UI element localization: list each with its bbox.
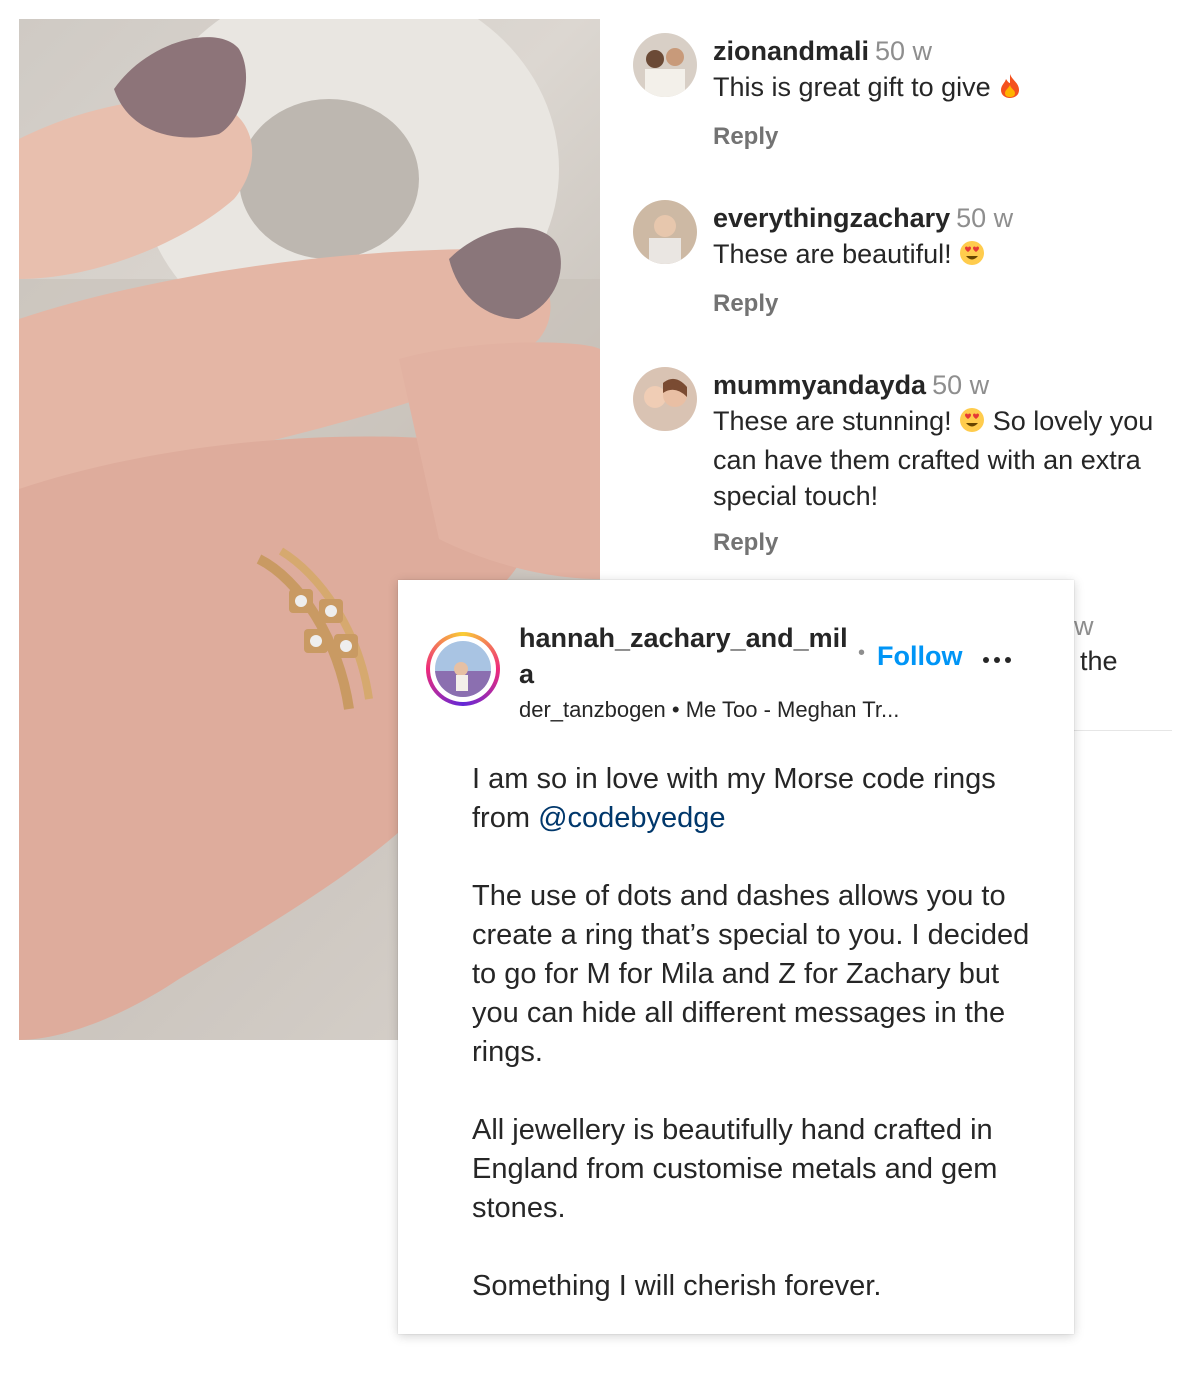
heart-eyes-icon [959, 406, 985, 442]
more-options-icon[interactable] [983, 650, 1019, 663]
fire-icon [998, 72, 1022, 108]
hidden-comment-text: the [1080, 646, 1118, 676]
comment-text: These are stunning! [713, 406, 952, 436]
reply-button[interactable]: Reply [713, 289, 1173, 319]
comment-text: This is great gift to give [713, 72, 991, 102]
hidden-comment-timestamp: w [1074, 611, 1094, 641]
post-caption-card: hannah_zachary_and_mila • Follow der_tan… [398, 580, 1074, 1334]
reply-button[interactable]: Reply [713, 122, 1173, 152]
audio-attribution[interactable]: der_tanzbogen • Me Too - Meghan Tr... [519, 696, 899, 724]
divider [1074, 730, 1172, 731]
comment-item: zionandmali 50 w This is great gift to gi… [633, 33, 1173, 163]
caption-paragraph: The use of dots and dashes allows you to… [472, 880, 1030, 1068]
follow-button[interactable]: Follow [877, 638, 962, 674]
comment-timestamp: 50 w [875, 36, 933, 66]
comment-timestamp: 50 w [932, 370, 990, 400]
heart-eyes-icon [959, 239, 985, 275]
follow-separator: • [858, 642, 866, 664]
comment-timestamp: 50 w [956, 203, 1014, 233]
avatar[interactable] [426, 632, 500, 706]
caption-paragraph: I am so in love with my Morse code rings… [472, 760, 1032, 838]
caption-paragraph: All jewellery is beautifully hand crafte… [472, 1114, 998, 1224]
comment-text: These are beautiful! [713, 239, 952, 269]
reply-button[interactable]: Reply [713, 528, 1173, 558]
comment-username[interactable]: zionandmali [713, 36, 869, 66]
comment-username[interactable]: mummyandayda [713, 370, 926, 400]
comment-item: everythingzachary 50 w These are beautifu… [633, 200, 1173, 330]
comment-username[interactable]: everythingzachary [713, 203, 950, 233]
comment-item: mummyandayda 50 w These are stunning! So … [633, 367, 1173, 567]
avatar[interactable] [633, 367, 697, 431]
post-caption: I am so in love with my Morse code rings… [472, 760, 1032, 1345]
post-username[interactable]: hannah_zachary_and_mila [519, 620, 859, 692]
avatar[interactable] [633, 200, 697, 264]
avatar[interactable] [633, 33, 697, 97]
mention-link[interactable]: @codebyedge [538, 802, 725, 834]
caption-paragraph: Something I will cherish forever. [472, 1270, 882, 1302]
